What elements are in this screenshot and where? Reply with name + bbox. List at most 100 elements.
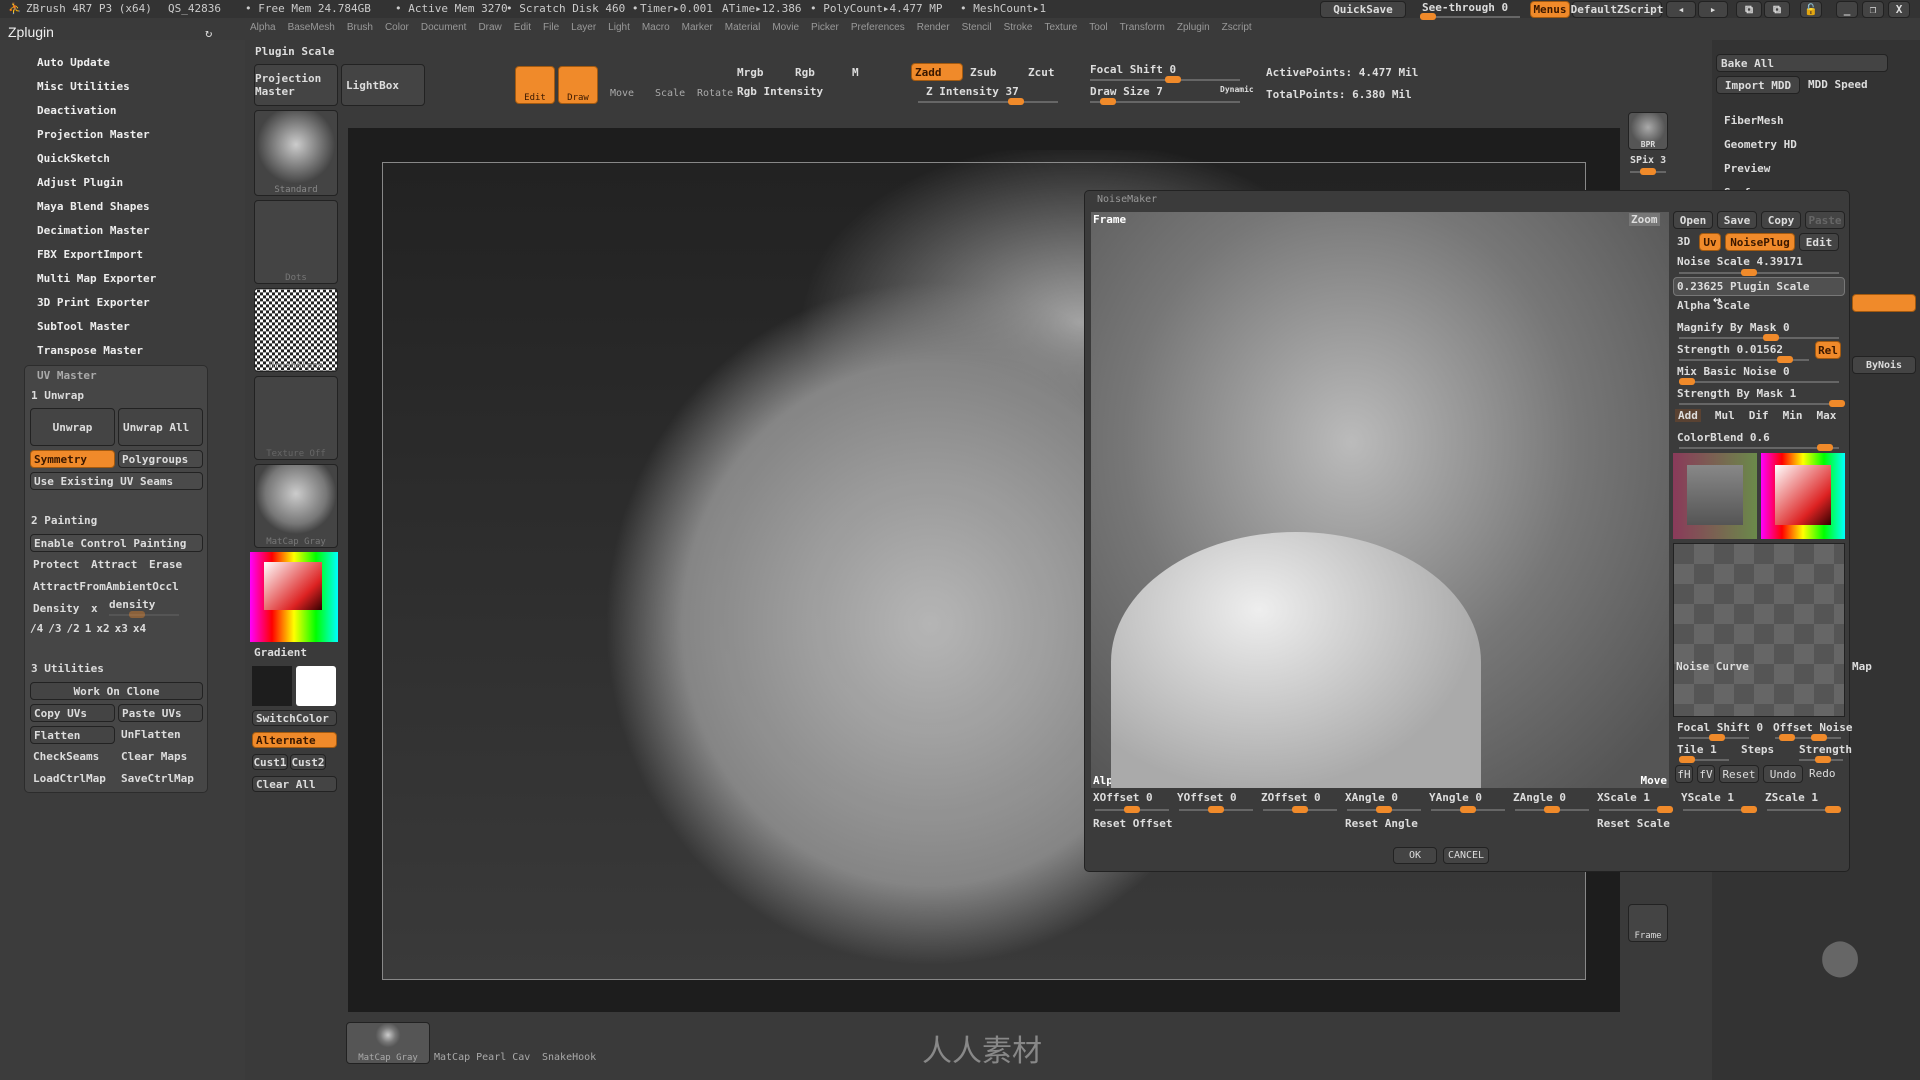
bynoise-button[interactable]: ByNois [1852,356,1916,374]
plugin-3d-print-exporter[interactable]: 3D Print Exporter [37,296,150,309]
xoffset-slider[interactable] [1095,806,1169,813]
unwrap-button[interactable]: Unwrap [30,408,115,446]
polygroups-toggle[interactable]: Polygroups [118,450,203,468]
plugin-maya-blend-shapes[interactable]: Maya Blend Shapes [37,200,150,213]
brush-standard-button[interactable]: Standard [254,110,338,196]
plugin-quicksketch[interactable]: QuickSketch [37,152,110,165]
main-color-swatch[interactable] [296,666,336,706]
plugin-subtool-master[interactable]: SubTool Master [37,320,130,333]
material-matcap-gray[interactable]: MatCap Gray [346,1022,430,1064]
curve-undo-button[interactable]: Undo [1763,765,1803,783]
menu-layer[interactable]: Layer [571,22,596,40]
reset-angle-button[interactable]: Reset Angle [1345,817,1418,830]
xscale-slider[interactable] [1599,806,1673,813]
menu-tool[interactable]: Tool [1089,22,1107,40]
scale-button[interactable]: Scale [655,88,685,99]
lock-icon[interactable]: 🔓 [1800,1,1822,18]
material-button[interactable]: MatCap Gray [254,464,338,548]
rotate-button[interactable]: Rotate [697,88,733,99]
draw-mode-button[interactable]: Draw [558,66,598,104]
menu-zscript[interactable]: Zscript [1222,22,1252,40]
noise-scale-slider[interactable] [1679,269,1839,276]
zoffset-slider[interactable] [1263,806,1337,813]
expand-icon[interactable]: ▸ [1698,1,1728,18]
yoffset-slider[interactable] [1179,806,1253,813]
flip-v-button[interactable]: fV [1697,765,1715,783]
fibermesh-section[interactable]: FiberMesh [1724,114,1784,127]
curve-redo-button[interactable]: Redo [1809,767,1836,780]
menu-draw[interactable]: Draw [478,22,501,40]
copy-button[interactable]: Copy [1761,211,1801,229]
noise-preview-viewport[interactable]: Frame Alpha On/Off Move [1091,212,1669,788]
flip-h-button[interactable]: fH [1675,765,1693,783]
dynamic-toggle[interactable]: Dynamic [1220,85,1254,94]
menu-preferences[interactable]: Preferences [851,22,905,40]
rgb-button[interactable]: Rgb [795,66,815,79]
menu-stroke[interactable]: Stroke [1004,22,1033,40]
attract-button[interactable]: Attract [91,558,137,571]
menus-button[interactable]: Menus [1530,1,1570,18]
tile-slider[interactable] [1679,756,1729,763]
minimize-icon[interactable]: _ [1836,1,1858,18]
colorblend-slider[interactable] [1679,444,1839,451]
symmetry-toggle[interactable]: Symmetry [30,450,115,468]
focal-shift-slider[interactable] [1679,734,1749,741]
reset-offset-button[interactable]: Reset Offset [1093,817,1172,830]
zoom-button[interactable]: Zoom [1629,213,1660,226]
reset-scale-button[interactable]: Reset Scale [1597,817,1670,830]
blend-max[interactable]: Max [1817,409,1837,422]
noise-curve-editor[interactable]: Noise Curve [1673,543,1845,717]
mult-third[interactable]: /3 [48,622,61,635]
plugin-decimation-master[interactable]: Decimation Master [37,224,150,237]
blend-dif[interactable]: Dif [1749,409,1769,422]
zscale-slider[interactable] [1767,806,1841,813]
lightbox-button[interactable]: LightBox [341,64,425,106]
offset-noise-slider[interactable] [1775,734,1841,741]
menu-document[interactable]: Document [421,22,467,40]
frame-button[interactable]: Frame [1628,904,1668,942]
menu-render[interactable]: Render [917,22,950,40]
plugin-multi-map-exporter[interactable]: Multi Map Exporter [37,272,156,285]
zangle-slider[interactable] [1515,806,1589,813]
script-button[interactable]: DefaultZScript [1571,1,1663,18]
menu-file[interactable]: File [543,22,559,40]
shrink-icon[interactable]: ◂ [1666,1,1696,18]
3d-toggle[interactable]: 3D [1677,235,1690,248]
protect-button[interactable]: Protect [33,558,79,571]
erase-button[interactable]: Erase [149,558,182,571]
menu-macro[interactable]: Macro [642,22,670,40]
bpr-render-button[interactable]: BPR [1628,112,1668,150]
menu-light[interactable]: Light [608,22,630,40]
secondary-color-swatch[interactable] [252,666,292,706]
noise-color-1[interactable] [1673,453,1757,539]
frame-button[interactable]: Frame [1093,213,1126,226]
plugin-transpose-master[interactable]: Transpose Master [37,344,143,357]
mult-half[interactable]: /2 [67,622,80,635]
menu-brush[interactable]: Brush [347,22,373,40]
m-button[interactable]: M [852,66,859,79]
edit-mode-button[interactable]: Edit [515,66,555,104]
noiseplug-toggle[interactable]: NoisePlug [1725,233,1795,251]
flatten-button[interactable]: Flatten [30,726,115,744]
blend-min[interactable]: Min [1783,409,1803,422]
edit-button[interactable]: Edit [1799,233,1839,251]
surface-orange-toggle[interactable] [1852,294,1916,312]
open-button[interactable]: Open [1673,211,1713,229]
menu-basemesh[interactable]: BaseMesh [288,22,335,40]
loadctrlmap-button[interactable]: LoadCtrlMap [33,772,106,785]
density-slider[interactable] [109,611,179,618]
strength-slider[interactable] [1679,356,1809,363]
menu-alpha[interactable]: Alpha [250,22,276,40]
spix-slider[interactable] [1630,168,1666,175]
ok-button[interactable]: OK [1393,847,1437,864]
attract-ao-button[interactable]: AttractFromAmbientOccl [33,580,179,593]
cancel-button[interactable]: CANCEL [1443,847,1489,864]
blend-mul[interactable]: Mul [1715,409,1735,422]
texture-button[interactable]: Texture Off [254,376,338,460]
strength-curve-slider[interactable] [1799,756,1843,763]
mult-x2[interactable]: x2 [96,622,109,635]
cust1-button[interactable]: Cust1 [252,754,288,770]
mult-one[interactable]: 1 [85,622,92,635]
menu-texture[interactable]: Texture [1044,22,1077,40]
xangle-slider[interactable] [1347,806,1421,813]
